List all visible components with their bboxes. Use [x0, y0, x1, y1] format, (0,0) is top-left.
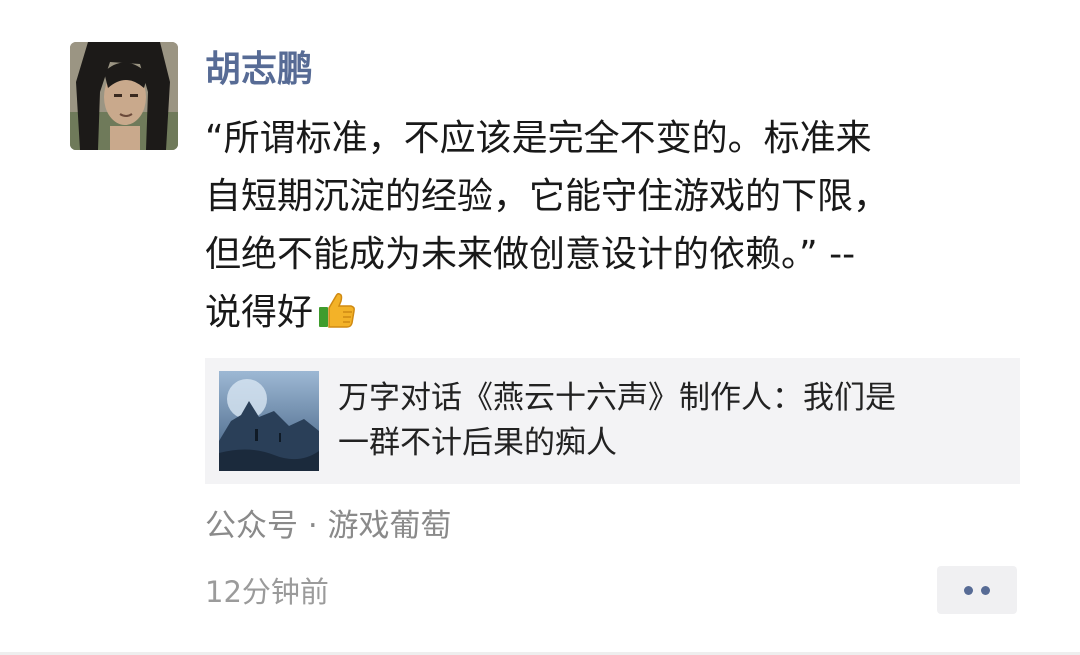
post-text-line: 说得好	[205, 292, 314, 333]
post-text-line: “所谓标准，不应该是完全不变的。标准来	[205, 118, 872, 159]
post-time: 12分钟前	[205, 575, 329, 609]
avatar-image	[70, 42, 178, 150]
thumbs-up-icon	[317, 290, 357, 348]
article-title-line: 万字对话《燕云十六声》制作人：我们是	[338, 380, 896, 416]
post-text-last-line: 说得好	[205, 284, 1025, 348]
article-title: 万字对话《燕云十六声》制作人：我们是 一群不计后果的痴人	[338, 376, 998, 466]
avatar[interactable]	[70, 42, 178, 150]
post-text-line: 自短期沉淀的经验，它能守住游戏的下限，	[205, 176, 890, 217]
post-text-line: 但绝不能成为未来做创意设计的依赖。” --	[205, 234, 856, 275]
post-text: “所谓标准，不应该是完全不变的。标准来 自短期沉淀的经验，它能守住游戏的下限， …	[205, 110, 1025, 348]
more-button[interactable]	[937, 566, 1017, 614]
author-name[interactable]: 胡志鹏	[205, 48, 313, 92]
source-link[interactable]: 公众号 · 游戏葡萄	[205, 504, 452, 548]
more-dot-icon	[981, 585, 990, 595]
moments-post: 胡志鹏 “所谓标准，不应该是完全不变的。标准来 自短期沉淀的经验，它能守住游戏的…	[0, 0, 1080, 655]
article-title-line: 一群不计后果的痴人	[338, 425, 617, 461]
more-dot-icon	[964, 585, 973, 595]
article-thumbnail	[219, 371, 319, 471]
shared-article-card[interactable]: 万字对话《燕云十六声》制作人：我们是 一群不计后果的痴人	[205, 358, 1020, 484]
